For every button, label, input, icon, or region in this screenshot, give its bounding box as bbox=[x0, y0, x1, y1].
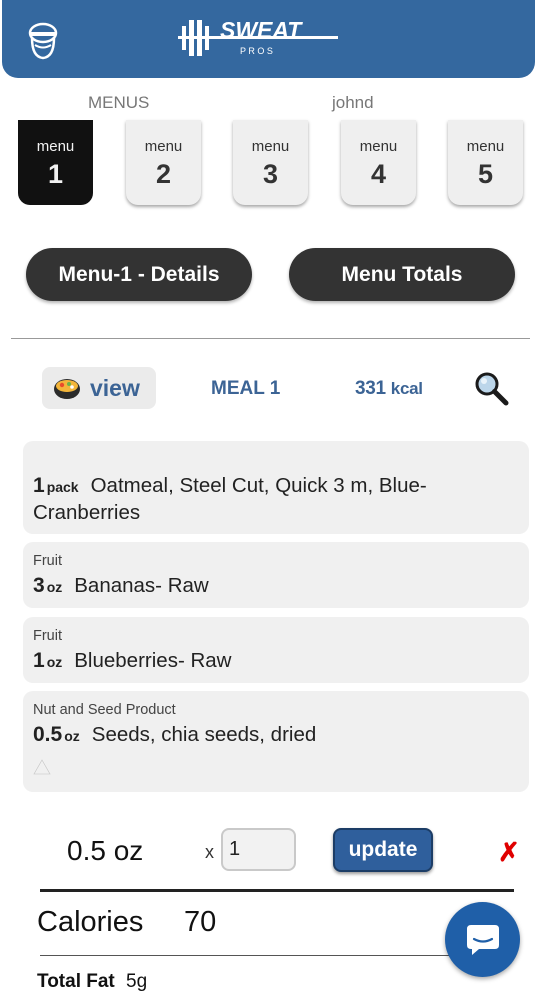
food-qty: 3 bbox=[33, 574, 45, 597]
food-unit: pack bbox=[46, 479, 79, 495]
menu-tab-number: 5 bbox=[477, 159, 494, 189]
meal-title: MEAL 1 bbox=[211, 378, 281, 399]
total-fat-label: Total Fat bbox=[37, 971, 115, 992]
meal-kcal-value: 331 bbox=[355, 378, 386, 399]
menu-tab-word: menu bbox=[36, 138, 75, 155]
menu-tab-number: 2 bbox=[155, 159, 172, 189]
chat-button[interactable] bbox=[445, 902, 520, 977]
logo-text: SWEAT bbox=[220, 17, 303, 43]
menu-tab-word: menu bbox=[251, 138, 290, 155]
menu-details-button[interactable]: Menu-1 - Details bbox=[26, 248, 252, 301]
section-divider bbox=[11, 338, 530, 339]
nutrition-rule bbox=[40, 889, 514, 892]
view-label: view bbox=[90, 374, 140, 401]
serving-multiplier-input[interactable] bbox=[221, 828, 296, 871]
meal-bowl-icon bbox=[54, 379, 80, 399]
food-name: Oatmeal, Steel Cut, Quick 3 m, Blue- bbox=[90, 474, 427, 497]
total-fat-value: 5g bbox=[126, 971, 148, 992]
food-qty: 0.5 bbox=[33, 723, 63, 746]
remove-food-button[interactable]: ✗ bbox=[498, 837, 520, 868]
food-line: 3 oz Bananas- Raw bbox=[33, 573, 209, 600]
meal-calories: 331 kcal bbox=[355, 378, 423, 400]
food-category: Nut and Seed Product bbox=[33, 702, 176, 718]
menu-tab-number: 4 bbox=[370, 159, 387, 189]
food-line: 0.5 oz Seeds, chia seeds, dried bbox=[33, 722, 316, 749]
food-line: 1 oz Blueberries- Raw bbox=[33, 648, 231, 675]
menu-tabs: menu 1 menu 2 menu 3 menu 4 menu 5 bbox=[18, 120, 523, 206]
serving-amount: 0.5 oz bbox=[67, 835, 144, 866]
food-unit: oz bbox=[64, 728, 80, 744]
menu-tab-word: menu bbox=[144, 138, 183, 155]
menu-tab-word: menu bbox=[466, 138, 505, 155]
food-name: Bananas- Raw bbox=[74, 574, 209, 597]
food-item-selected[interactable]: Nut and Seed Product 0.5 oz Seeds, chia se… bbox=[23, 691, 529, 792]
calories-value: 70 bbox=[184, 906, 217, 938]
profile-icon[interactable] bbox=[26, 20, 60, 62]
food-item[interactable]: 1 pack Oatmeal, Steel Cut, Quick 3 m, Blue… bbox=[23, 441, 529, 534]
menu-tab-number: 1 bbox=[47, 159, 64, 189]
app-header: SWEAT P R O S bbox=[2, 0, 535, 78]
menu-tab-2[interactable]: menu 2 bbox=[126, 120, 201, 205]
food-name-continued: Cranberries bbox=[33, 501, 141, 524]
calories-label: Calories bbox=[37, 906, 144, 938]
menu-tab-4[interactable]: menu 4 bbox=[341, 120, 416, 205]
food-unit: oz bbox=[46, 579, 63, 595]
multiply-symbol: x bbox=[205, 842, 214, 862]
menu-tab-number: 3 bbox=[262, 159, 279, 189]
nutrition-rule-thin bbox=[40, 955, 514, 956]
view-meal-button[interactable]: view bbox=[42, 367, 156, 409]
food-name: Blueberries- Raw bbox=[74, 649, 232, 672]
search-icon[interactable] bbox=[473, 370, 509, 406]
warning-triangle-icon bbox=[33, 759, 51, 775]
food-line: 1 pack Oatmeal, Steel Cut, Quick 3 m, Blue… bbox=[33, 473, 427, 526]
food-unit: oz bbox=[46, 654, 63, 670]
logo-subtext: P R O S bbox=[240, 46, 273, 56]
username-label: johnd bbox=[332, 93, 374, 112]
food-item[interactable]: Fruit 1 oz Blueberries- Raw bbox=[23, 617, 529, 683]
food-qty: 1 bbox=[33, 649, 45, 672]
food-name: Seeds, chia seeds, dried bbox=[91, 723, 317, 746]
menus-label: MENUS bbox=[88, 93, 150, 112]
food-category: Fruit bbox=[33, 628, 62, 644]
menu-totals-button[interactable]: Menu Totals bbox=[289, 248, 515, 301]
food-item[interactable]: Fruit 3 oz Bananas- Raw bbox=[23, 542, 529, 608]
menu-tab-1[interactable]: menu 1 bbox=[18, 120, 93, 205]
update-button[interactable]: update bbox=[333, 828, 433, 872]
food-qty: 1 bbox=[33, 474, 45, 497]
meal-kcal-unit: kcal bbox=[390, 379, 423, 398]
chat-icon bbox=[466, 924, 499, 955]
menu-tab-3[interactable]: menu 3 bbox=[233, 120, 308, 205]
menu-tab-word: menu bbox=[359, 138, 398, 155]
sweat-pros-logo: SWEAT P R O S bbox=[178, 17, 338, 56]
menu-tab-5[interactable]: menu 5 bbox=[448, 120, 523, 205]
food-category: Fruit bbox=[33, 553, 62, 569]
